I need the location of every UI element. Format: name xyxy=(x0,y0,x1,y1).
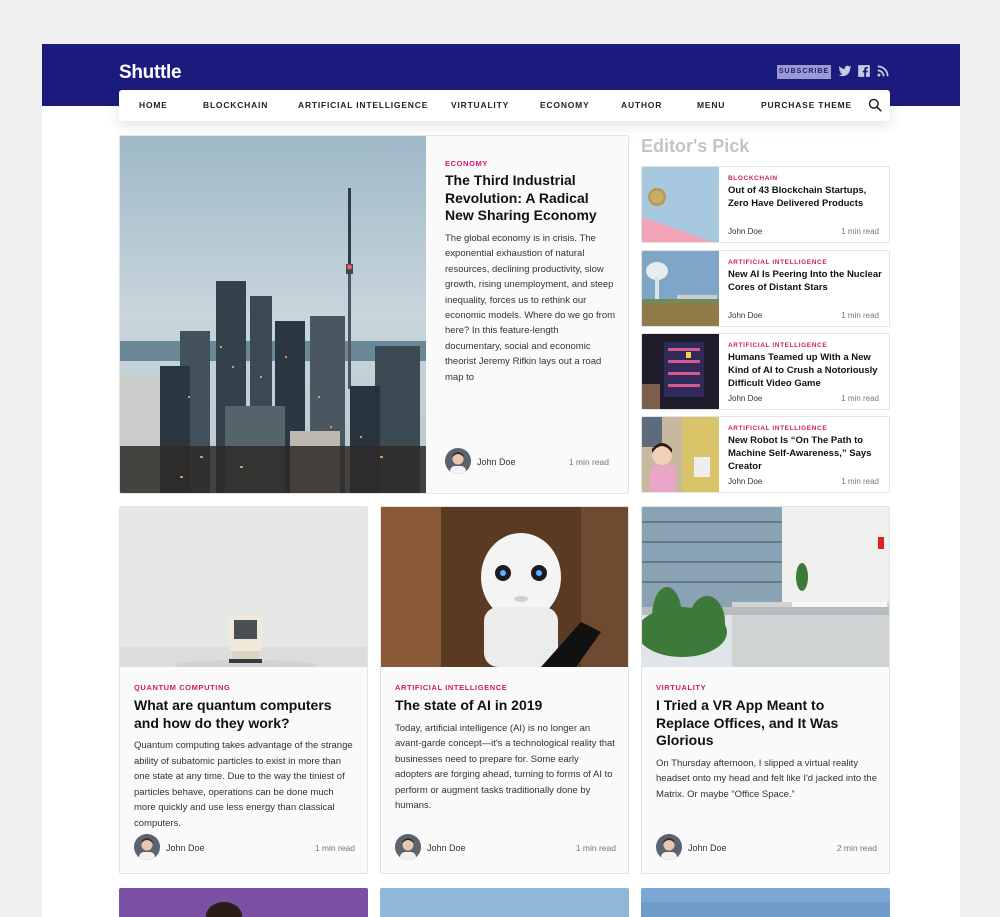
author-name[interactable]: John Doe xyxy=(728,394,762,403)
avatar[interactable] xyxy=(445,448,471,474)
read-time: 1 min read xyxy=(568,457,609,467)
post-excerpt: On Thursday afternoon, I slipped a virtu… xyxy=(656,757,877,800)
featured-image[interactable] xyxy=(120,136,426,493)
pick-category[interactable]: ARTIFICIAL INTELLIGENCE xyxy=(728,342,886,349)
read-time: 1 min read xyxy=(314,843,355,853)
main-nav: HOME BLOCKCHAIN ARTIFICIAL INTELLIGENCE … xyxy=(119,90,890,121)
pick-thumbnail[interactable] xyxy=(642,334,719,409)
post-card[interactable]: QUANTUM COMPUTING What are quantum compu… xyxy=(119,506,368,874)
pick-card[interactable]: ARTIFICIAL INTELLIGENCE New Robot Is “On… xyxy=(641,416,890,493)
nav-home[interactable]: HOME xyxy=(139,90,168,121)
read-time: 1 min read xyxy=(841,477,879,486)
nav-purchase-theme[interactable]: PURCHASE THEME xyxy=(761,90,852,121)
pick-card[interactable]: BLOCKCHAIN Out of 43 Blockchain Startups… xyxy=(641,166,890,243)
post-category[interactable]: VIRTUALITY xyxy=(656,683,877,692)
read-time: 2 min read xyxy=(836,843,877,853)
post-title[interactable]: I Tried a VR App Meant to Replace Office… xyxy=(656,697,877,750)
post-image[interactable] xyxy=(120,507,367,667)
pick-thumbnail[interactable] xyxy=(642,251,719,326)
search-icon[interactable] xyxy=(868,98,882,112)
read-time: 1 min read xyxy=(841,227,879,236)
author-name[interactable]: John Doe xyxy=(728,477,762,486)
editors-pick-heading: Editor's Pick xyxy=(641,136,750,156)
avatar[interactable] xyxy=(656,834,682,860)
pick-card[interactable]: ARTIFICIAL INTELLIGENCE New AI Is Peerin… xyxy=(641,250,890,327)
featured-excerpt: The global economy is in crisis. The exp… xyxy=(445,233,616,383)
post-image[interactable] xyxy=(119,888,368,917)
author-name[interactable]: John Doe xyxy=(728,311,762,320)
featured-title[interactable]: The Third Industrial Revolution: A Radic… xyxy=(445,172,615,225)
pick-thumbnail[interactable] xyxy=(642,167,719,242)
author-name[interactable]: John Doe xyxy=(427,843,466,853)
post-title[interactable]: The state of AI in 2019 xyxy=(395,697,616,715)
avatar[interactable] xyxy=(134,834,160,860)
post-category[interactable]: QUANTUM COMPUTING xyxy=(134,683,355,692)
pick-title[interactable]: New AI Is Peering Into the Nuclear Cores… xyxy=(728,269,886,295)
read-time: 1 min read xyxy=(841,394,879,403)
post-card[interactable]: VIRTUALITY I Tried a VR App Meant to Rep… xyxy=(641,506,890,874)
nav-author[interactable]: AUTHOR xyxy=(621,90,662,121)
nav-economy[interactable]: ECONOMY xyxy=(540,90,590,121)
author-name[interactable]: John Doe xyxy=(166,843,205,853)
featured-article[interactable]: ECONOMY The Third Industrial Revolution:… xyxy=(119,135,629,494)
post-card[interactable]: ARTIFICIAL INTELLIGENCE The state of AI … xyxy=(380,506,629,874)
post-image[interactable] xyxy=(642,507,889,667)
nav-menu[interactable]: MENU xyxy=(697,90,725,121)
nav-artificial-intelligence[interactable]: ARTIFICIAL INTELLIGENCE xyxy=(298,90,428,121)
page-frame: Shuttle SUBSCRIBE HOME BLOCKCHAIN ARTIFI… xyxy=(42,44,960,917)
post-category[interactable]: ARTIFICIAL INTELLIGENCE xyxy=(395,683,616,692)
post-image[interactable] xyxy=(641,888,890,917)
post-excerpt: Today, artificial intelligence (AI) is n… xyxy=(395,722,615,812)
pick-card[interactable]: ARTIFICIAL INTELLIGENCE Humans Teamed up… xyxy=(641,333,890,410)
pick-title[interactable]: Out of 43 Blockchain Startups, Zero Have… xyxy=(728,185,886,211)
author-name[interactable]: John Doe xyxy=(728,227,762,236)
post-image[interactable] xyxy=(381,507,628,667)
nav-virtuality[interactable]: VIRTUALITY xyxy=(451,90,509,121)
rss-icon[interactable] xyxy=(876,64,890,78)
author-name[interactable]: John Doe xyxy=(688,843,727,853)
read-time: 1 min read xyxy=(841,311,879,320)
read-time: 1 min read xyxy=(575,843,616,853)
pick-category[interactable]: ARTIFICIAL INTELLIGENCE xyxy=(728,425,886,432)
featured-category[interactable]: ECONOMY xyxy=(445,159,488,168)
site-logo[interactable]: Shuttle xyxy=(119,62,182,84)
pick-title[interactable]: Humans Teamed up With a New Kind of AI t… xyxy=(728,352,886,390)
pick-title[interactable]: New Robot Is “On The Path to Machine Sel… xyxy=(728,435,886,473)
pick-category[interactable]: ARTIFICIAL INTELLIGENCE xyxy=(728,259,886,266)
nav-blockchain[interactable]: BLOCKCHAIN xyxy=(203,90,268,121)
pick-thumbnail[interactable] xyxy=(642,417,719,492)
post-image[interactable] xyxy=(380,888,629,917)
avatar[interactable] xyxy=(395,834,421,860)
post-excerpt: Quantum computing takes advantage of the… xyxy=(134,740,353,829)
facebook-icon[interactable] xyxy=(857,64,871,78)
subscribe-button[interactable]: SUBSCRIBE xyxy=(777,65,831,79)
author-name[interactable]: John Doe xyxy=(477,457,516,467)
post-title[interactable]: What are quantum computers and how do th… xyxy=(134,697,355,732)
featured-body: ECONOMY The Third Industrial Revolution:… xyxy=(426,136,628,493)
twitter-icon[interactable] xyxy=(838,64,852,78)
pick-category[interactable]: BLOCKCHAIN xyxy=(728,175,886,182)
